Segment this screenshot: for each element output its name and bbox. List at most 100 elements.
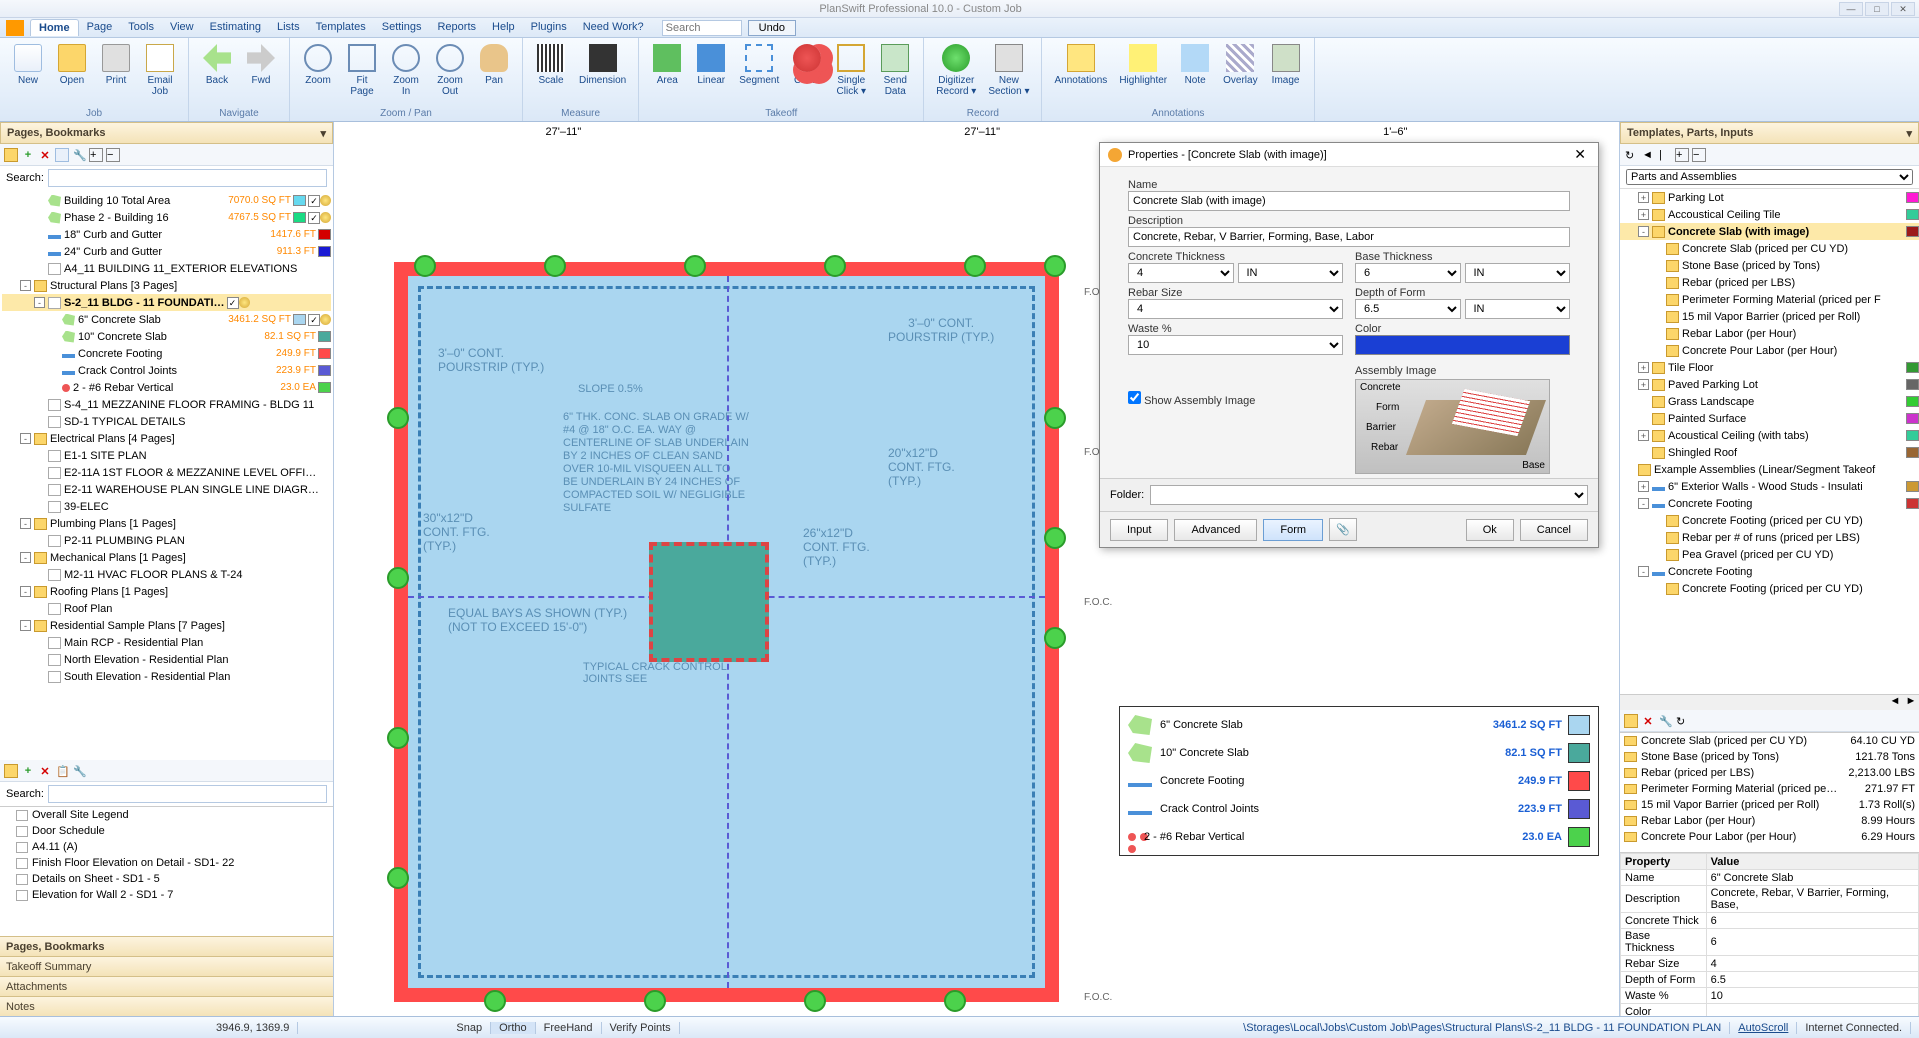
- lower-search-input[interactable]: [48, 785, 327, 803]
- tree-node[interactable]: -Concrete Slab (with image): [1620, 223, 1919, 240]
- tree-node[interactable]: Concrete Slab (priced per CU YD): [1620, 240, 1919, 257]
- rebar-count-dot[interactable]: [387, 407, 409, 429]
- expand-icon[interactable]: +: [1675, 148, 1689, 162]
- pgrid-row[interactable]: Base Thickness6: [1621, 929, 1919, 956]
- tab-need-work-[interactable]: Need Work?: [575, 19, 652, 36]
- pgrid-row[interactable]: Concrete Thick6: [1621, 913, 1919, 929]
- tab-tools[interactable]: Tools: [120, 19, 162, 36]
- expand-toggle[interactable]: +: [1638, 209, 1649, 220]
- bookmark-item[interactable]: Door Schedule: [0, 823, 333, 839]
- part-row[interactable]: 15 mil Vapor Barrier (priced per Roll)1.…: [1620, 797, 1919, 813]
- visibility-checkbox[interactable]: ✓: [227, 297, 239, 309]
- templates-root-select[interactable]: Parts and Assemblies: [1626, 169, 1913, 185]
- thick-unit[interactable]: IN: [1238, 263, 1344, 283]
- part-row[interactable]: Concrete Slab (priced per CU YD)64.10 CU…: [1620, 733, 1919, 749]
- expand-toggle[interactable]: -: [20, 620, 31, 631]
- tree-node[interactable]: +Tile Floor: [1620, 359, 1919, 376]
- ribbon-new[interactable]: New: [6, 40, 50, 108]
- section-attachments[interactable]: Attachments: [0, 976, 333, 996]
- pgrid-row[interactable]: Waste %10: [1621, 988, 1919, 1004]
- back-icon[interactable]: ◄: [1641, 148, 1655, 162]
- tree-node[interactable]: Roof Plan: [2, 600, 331, 617]
- verify-points-mode[interactable]: Verify Points: [602, 1022, 680, 1034]
- pgrid-value[interactable]: Concrete, Rebar, V Barrier, Forming, Bas…: [1706, 886, 1918, 913]
- panel-menu-icon[interactable]: ▾: [1906, 127, 1912, 140]
- tree-node[interactable]: Shingled Roof: [1620, 444, 1919, 461]
- tree-node[interactable]: P2-11 PLUMBING PLAN: [2, 532, 331, 549]
- ribbon-linear[interactable]: Linear: [689, 40, 733, 108]
- drawing-canvas[interactable]: 27'–11" 27'–11" 1'–6" 3'–0" CONT. POURST…: [334, 122, 1619, 1016]
- ribbon-open[interactable]: Open: [50, 40, 94, 108]
- expand-toggle[interactable]: -: [20, 586, 31, 597]
- property-grid[interactable]: PropertyValue Name6" Concrete SlabDescri…: [1620, 852, 1919, 1016]
- ribbon-dimension[interactable]: Dimension: [573, 40, 632, 108]
- thick-input[interactable]: 4: [1128, 263, 1234, 283]
- name-input[interactable]: [1128, 191, 1570, 211]
- bulb-icon[interactable]: [320, 314, 331, 325]
- pgrid-row[interactable]: DescriptionConcrete, Rebar, V Barrier, F…: [1621, 886, 1919, 913]
- part-row[interactable]: Rebar Labor (per Hour)8.99 Hours: [1620, 813, 1919, 829]
- rebar-count-dot[interactable]: [804, 990, 826, 1012]
- tree-node[interactable]: -Residential Sample Plans [7 Pages]: [2, 617, 331, 634]
- tree-node[interactable]: Crack Control Joints223.9 FT: [2, 362, 331, 379]
- tree-node[interactable]: Perimeter Forming Material (priced per F: [1620, 291, 1919, 308]
- color-picker[interactable]: [1355, 335, 1570, 355]
- pgrid-value[interactable]: 6.5: [1706, 972, 1918, 988]
- ribbon-email-job[interactable]: Email Job: [138, 40, 182, 108]
- tree-node[interactable]: -Electrical Plans [4 Pages]: [2, 430, 331, 447]
- close-button[interactable]: ✕: [1891, 2, 1915, 16]
- ribbon-pan[interactable]: Pan: [472, 40, 516, 108]
- tree-node[interactable]: Stone Base (priced by Tons): [1620, 257, 1919, 274]
- tree-node[interactable]: -Roofing Plans [1 Pages]: [2, 583, 331, 600]
- properties-icon[interactable]: 🔧: [1658, 714, 1672, 728]
- tree-node[interactable]: E2-11A 1ST FLOOR & MEZZANINE LEVEL OFFI…: [2, 464, 331, 481]
- rebar-count-dot[interactable]: [387, 727, 409, 749]
- pgrid-value[interactable]: 6" Concrete Slab: [1706, 870, 1918, 886]
- search-input[interactable]: [662, 20, 742, 36]
- tree-node[interactable]: Concrete Pour Labor (per Hour): [1620, 342, 1919, 359]
- bookmark-item[interactable]: Finish Floor Elevation on Detail - SD1- …: [0, 855, 333, 871]
- undo-button[interactable]: Undo: [748, 20, 796, 36]
- expand-toggle[interactable]: -: [1638, 226, 1649, 237]
- tree-node[interactable]: +Parking Lot: [1620, 189, 1919, 206]
- bookmark-item[interactable]: Elevation for Wall 2 - SD1 - 7: [0, 887, 333, 903]
- ribbon-annotations[interactable]: Annotations: [1048, 40, 1113, 108]
- dialog-close-button[interactable]: ✕: [1570, 146, 1590, 163]
- form-button[interactable]: Form: [1263, 519, 1323, 541]
- new-folder-icon[interactable]: [4, 764, 18, 778]
- pgrid-value[interactable]: [1706, 1004, 1918, 1017]
- tree-node[interactable]: -Mechanical Plans [1 Pages]: [2, 549, 331, 566]
- tree-node[interactable]: 2 - #6 Rebar Vertical23.0 EA: [2, 379, 331, 396]
- tree-node[interactable]: Rebar (priced per LBS): [1620, 274, 1919, 291]
- tree-node[interactable]: +Paved Parking Lot: [1620, 376, 1919, 393]
- slab-10in[interactable]: [649, 542, 769, 662]
- ribbon-count[interactable]: Count: [785, 40, 829, 108]
- ribbon-zoom-in[interactable]: Zoom In: [384, 40, 428, 108]
- desc-input[interactable]: [1128, 227, 1570, 247]
- base-input[interactable]: 6: [1355, 263, 1461, 283]
- expand-toggle[interactable]: +: [1638, 362, 1649, 373]
- tree-node[interactable]: +Accoustical Ceiling Tile: [1620, 206, 1919, 223]
- properties-icon[interactable]: 🔧: [72, 148, 86, 162]
- rebar-count-dot[interactable]: [684, 255, 706, 277]
- tree-node[interactable]: +6" Exterior Walls - Wood Studs - Insula…: [1620, 478, 1919, 495]
- ribbon-fit-page[interactable]: Fit Page: [340, 40, 384, 108]
- tab-settings[interactable]: Settings: [374, 19, 430, 36]
- section-notes[interactable]: Notes: [0, 996, 333, 1016]
- ortho-mode[interactable]: Ortho: [491, 1022, 536, 1034]
- ribbon-scale[interactable]: Scale: [529, 40, 573, 108]
- add-icon[interactable]: +: [21, 148, 35, 162]
- tree-node[interactable]: Rebar Labor (per Hour): [1620, 325, 1919, 342]
- expand-toggle[interactable]: -: [1638, 566, 1649, 577]
- refresh-icon[interactable]: ↻: [1624, 148, 1638, 162]
- ribbon-area[interactable]: Area: [645, 40, 689, 108]
- tree-node[interactable]: Grass Landscape: [1620, 393, 1919, 410]
- tree-node[interactable]: Main RCP - Residential Plan: [2, 634, 331, 651]
- rebar-count-dot[interactable]: [387, 867, 409, 889]
- ribbon-digitizer-record-[interactable]: Digitizer Record ▾: [930, 40, 982, 108]
- tree-node[interactable]: -Plumbing Plans [1 Pages]: [2, 515, 331, 532]
- rebar-count-dot[interactable]: [1044, 255, 1066, 277]
- expand-toggle[interactable]: +: [1638, 481, 1649, 492]
- scroll-right-icon[interactable]: ►: [1903, 695, 1919, 710]
- pgrid-value[interactable]: 6: [1706, 913, 1918, 929]
